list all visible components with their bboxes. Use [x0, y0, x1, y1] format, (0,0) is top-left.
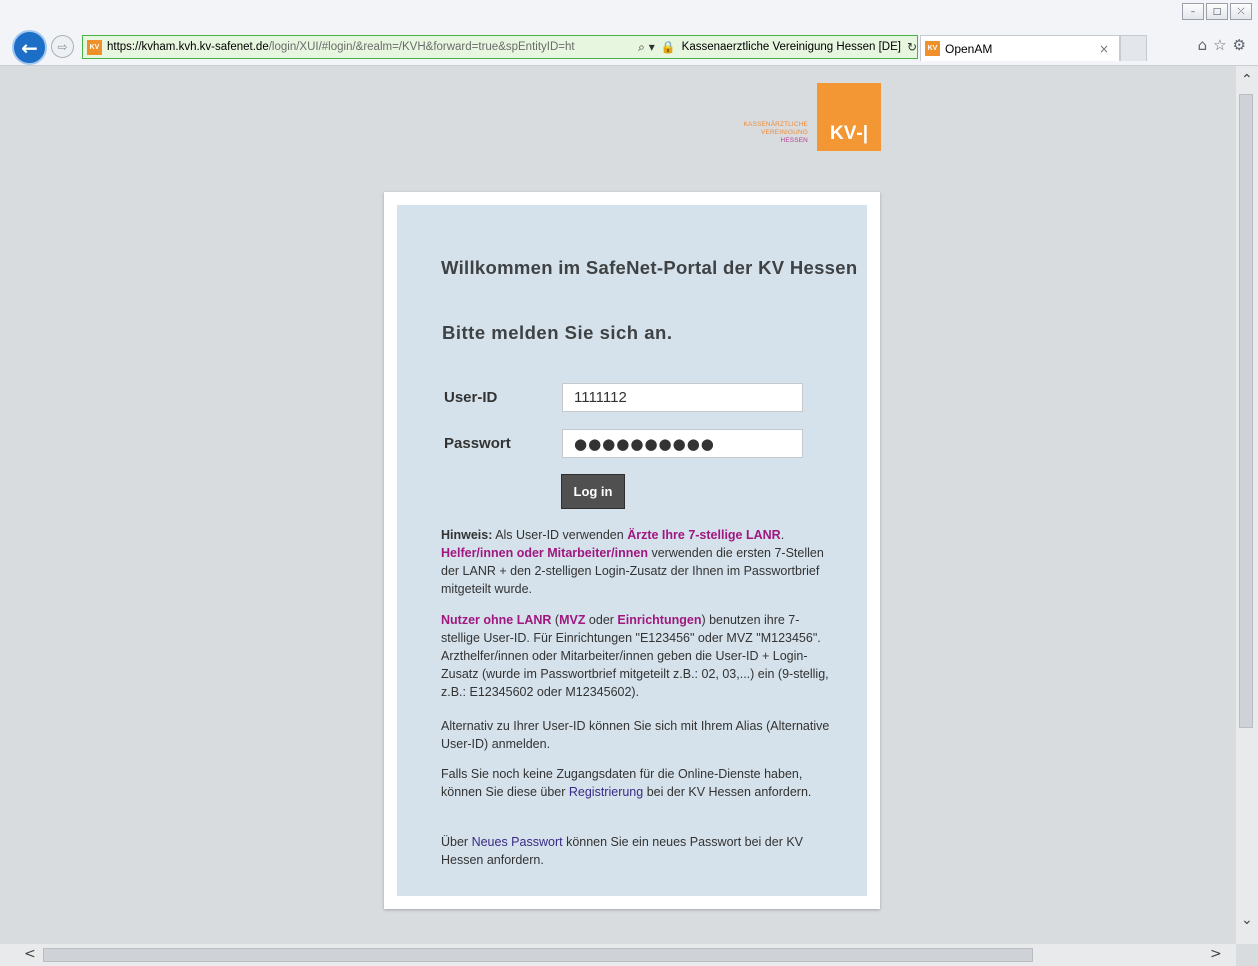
info-paragraph-password: Über Neues Passwort können Sie ein neues…: [441, 833, 836, 869]
tab-openam[interactable]: KV OpenAM ×: [920, 35, 1120, 61]
home-icon[interactable]: ⌂: [1198, 36, 1208, 54]
password-text-1: Über: [441, 835, 472, 849]
scroll-up-icon[interactable]: ⌃: [1241, 72, 1253, 88]
welcome-heading: Willkommen im SafeNet-Portal der KV Hess…: [441, 257, 858, 278]
scroll-down-icon[interactable]: ⌄: [1241, 912, 1253, 928]
link-registrierung[interactable]: Registrierung: [569, 785, 643, 799]
vertical-scroll-thumb[interactable]: [1239, 94, 1253, 728]
logo-line-3: HESSEN: [780, 137, 808, 144]
arrow-right-icon: ⇨: [57, 39, 68, 54]
arrow-left-icon: ←: [21, 35, 38, 60]
lock-icon[interactable]: 🔒: [661, 40, 676, 54]
info-paragraph-alias: Alternativ zu Ihrer User-ID können Sie s…: [441, 719, 830, 751]
link-helfer-mitarbeiter[interactable]: Helfer/innen oder Mitarbeiter/innen: [441, 546, 648, 560]
logo-wordmark: KASSENÄRZTLICHE VEREINIGUNG HESSEN: [744, 121, 808, 145]
hint-text-1: Als User-ID verwenden: [492, 528, 628, 542]
url-path: /login/XUI/#login/&realm=/KVH&forward=tr…: [268, 41, 575, 53]
userid-label: User-ID: [444, 389, 498, 406]
tab-close-icon[interactable]: ×: [1099, 42, 1109, 56]
favorites-icon[interactable]: ☆: [1213, 36, 1226, 54]
address-bar[interactable]: KV https://kvham.kvh.kv-safenet.de /logi…: [82, 35, 918, 59]
minimize-button[interactable]: –: [1182, 3, 1204, 20]
password-label: Passwort: [444, 435, 511, 452]
info-paragraph-nutzer: Nutzer ohne LANR (MVZ oder Einrichtungen…: [441, 611, 836, 701]
link-neues-passwort[interactable]: Neues Passwort: [472, 835, 563, 849]
link-einrichtungen[interactable]: Einrichtungen: [617, 613, 701, 627]
close-window-button[interactable]: ⤫: [1230, 3, 1252, 20]
logo-line-2: VEREINIGUNG: [761, 129, 808, 136]
logo-mark: KV‐|: [817, 83, 881, 151]
link-nutzer-ohne-lanr[interactable]: Nutzer ohne LANR: [441, 613, 551, 627]
hint-label: Hinweis:: [441, 528, 493, 542]
horizontal-scroll-thumb[interactable]: [43, 948, 1033, 962]
refresh-icon[interactable]: ↻: [907, 40, 917, 54]
login-button[interactable]: Log in: [561, 474, 625, 509]
back-button[interactable]: ←: [12, 30, 47, 65]
userid-input[interactable]: 1111112: [562, 383, 803, 412]
password-input[interactable]: ●●●●●●●●●●: [562, 429, 803, 458]
logo-line-1: KASSENÄRZTLICHE: [743, 121, 808, 128]
login-prompt-heading: Bitte melden Sie sich an.: [442, 322, 673, 343]
maximize-button[interactable]: □: [1206, 3, 1228, 20]
new-tab-button[interactable]: [1120, 35, 1147, 61]
tab-favicon-icon: KV: [925, 41, 940, 56]
registration-text-2: bei der KV Hessen anfordern.: [643, 785, 812, 799]
settings-icon[interactable]: ⚙: [1233, 36, 1246, 54]
info-paragraph-hint: Hinweis: Als User-ID verwenden Ärzte Ihr…: [441, 526, 836, 598]
scroll-left-icon[interactable]: <: [24, 946, 36, 962]
scroll-right-icon[interactable]: >: [1210, 946, 1222, 962]
url-host: https://kvham.kvh.kv-safenet.de: [107, 41, 269, 53]
site-favicon-icon: KV: [87, 39, 102, 55]
hint-text-2: .: [780, 528, 785, 542]
site-identity[interactable]: Kassenaerztliche Vereinigung Hessen [DE]: [682, 41, 901, 53]
window-controls: – □ ⤫: [1182, 3, 1252, 20]
search-icon[interactable]: ⌕ ▾: [638, 40, 655, 55]
nutzer-text-2: oder: [585, 613, 618, 627]
vertical-scrollbar[interactable]: ⌃ ⌄: [1236, 66, 1258, 944]
kv-hessen-logo: KASSENÄRZTLICHE VEREINIGUNG HESSEN KV‐|: [726, 83, 881, 151]
tab-title: OpenAM: [945, 41, 993, 56]
forward-button[interactable]: ⇨: [51, 35, 74, 58]
browser-chrome: – □ ⤫ ← ⇨ KV https://kvham.kvh.kv-safene…: [0, 0, 1258, 66]
link-mvz[interactable]: MVZ: [559, 613, 585, 627]
link-aerzte-lanr[interactable]: Ärzte Ihre 7-stellige LANR: [627, 528, 781, 542]
horizontal-scrollbar[interactable]: < >: [0, 944, 1236, 966]
info-paragraph-registration: Falls Sie noch keine Zugangsdaten für di…: [441, 765, 836, 801]
browser-tools: ⌂ ☆ ⚙: [1198, 36, 1246, 54]
nutzer-text-1: (: [551, 613, 560, 627]
